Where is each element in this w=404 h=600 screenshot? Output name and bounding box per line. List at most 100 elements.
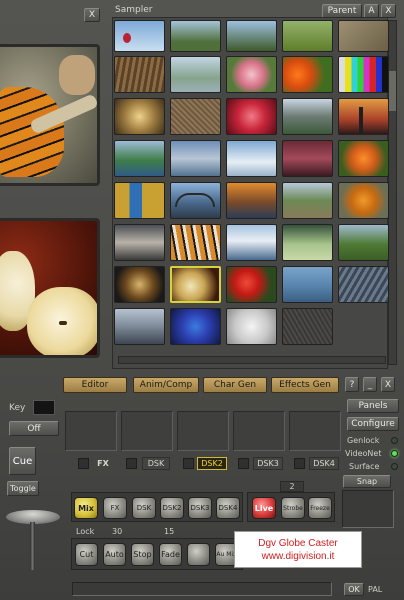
auto-button[interactable]: Auto [103,543,126,566]
dsk4-label: DSK4 [309,457,339,470]
vertical-scrollbar[interactable] [388,20,397,365]
thumbnail[interactable] [338,140,389,177]
mix-button[interactable]: Mix [74,497,98,519]
thumbnail[interactable] [170,56,221,93]
dsk3-button[interactable]: DSK3 [188,497,212,519]
thumbnail[interactable] [170,224,221,261]
fx-label: FX [97,459,109,468]
stop-button[interactable]: Stop [131,543,154,566]
watermark-overlay: Dgv Globe Caster www.digivision.it [234,531,362,568]
t-bar-stem [30,522,35,570]
preview-slot[interactable] [121,411,173,451]
side-panel-slot [342,490,394,528]
ok-button[interactable]: OK [344,583,364,596]
thumbnail[interactable] [170,20,221,52]
thumbnail[interactable] [114,224,165,261]
fx-button[interactable]: FX [103,497,127,519]
key-off-button[interactable]: Off [9,421,59,436]
dsk4-button[interactable]: DSK4 [216,497,240,519]
thumbnail[interactable] [226,20,277,52]
freeze-button[interactable]: Freeze [308,497,332,519]
thumbnail[interactable] [226,56,277,93]
thumbnail[interactable] [282,224,333,261]
minimize-button[interactable]: _ [363,377,377,392]
preview-slot[interactable] [177,411,229,451]
snap-button[interactable]: Snap [343,475,391,488]
transition-duration-1: 30 [112,527,123,536]
thumbnail[interactable] [282,56,333,93]
cut-button[interactable]: Cut [75,543,98,566]
thumbnail[interactable] [338,224,389,261]
parent-button[interactable]: Parent [322,4,362,18]
thumbnail[interactable] [338,182,389,219]
help-button[interactable]: ? [345,377,359,392]
dsk3-checkbox[interactable] [238,458,249,469]
fx-checkbox[interactable] [78,458,89,469]
tab-char-gen[interactable]: Char Gen [203,377,267,393]
vertical-scroll-thumb[interactable] [389,71,396,111]
dsk3-label: DSK3 [253,457,283,470]
thumbnail[interactable] [170,98,221,135]
dsk4-checkbox[interactable] [294,458,305,469]
configure-button[interactable]: Configure [347,417,399,431]
key-label: Key [9,403,26,413]
thumbnail[interactable] [282,20,333,52]
blank-button[interactable] [187,543,210,566]
horizontal-scrollbar[interactable] [118,356,386,364]
thumbnail[interactable] [226,266,277,303]
close-button[interactable]: X [381,377,395,392]
thumbnail[interactable] [338,266,389,303]
thumbnail-selected[interactable] [170,266,221,303]
thumbnail[interactable] [114,308,165,345]
thumbnail[interactable] [338,56,389,93]
panels-button[interactable]: Panels [347,399,399,413]
thumbnail[interactable] [170,182,221,219]
thumbnail[interactable] [226,140,277,177]
thumbnail[interactable] [170,140,221,177]
preview-slot[interactable] [233,411,285,451]
dsk2-button[interactable]: DSK2 [160,497,184,519]
fade-button[interactable]: Fade [159,543,182,566]
thumbnail[interactable] [338,98,389,135]
thumbnail[interactable] [226,98,277,135]
dsk-checkbox[interactable] [126,458,137,469]
thumbnail[interactable] [114,266,165,303]
preview-slot[interactable] [65,411,117,451]
thumbnail[interactable] [282,308,333,345]
preview-monitor [0,44,100,186]
thumbnail[interactable] [114,20,165,52]
thumbnail[interactable] [226,224,277,261]
dsk2-label: DSK2 [197,457,227,470]
up-button[interactable]: A [364,4,379,18]
thumbnail[interactable] [114,140,165,177]
preview-slot[interactable] [289,411,341,451]
thumbnail[interactable] [170,308,221,345]
tab-anim-comp[interactable]: Anim/Comp [133,377,199,393]
thumbnail[interactable] [114,98,165,135]
thumbnail[interactable] [226,308,277,345]
thumbnail[interactable] [282,266,333,303]
left-close-button[interactable]: X [84,8,100,22]
live-button[interactable]: Live [252,497,276,519]
transition-duration-2: 15 [164,527,175,536]
program-monitor [0,218,100,358]
thumbnail[interactable] [226,182,277,219]
dsk-button[interactable]: DSK [132,497,156,519]
lock-label: Lock [76,527,95,536]
thumbnail[interactable] [282,140,333,177]
sampler-close-button[interactable]: X [381,4,396,18]
dsk2-checkbox[interactable] [183,458,194,469]
thumbnail[interactable] [114,56,165,93]
thumbnail[interactable] [282,182,333,219]
dsk-label: DSK [142,457,170,470]
thumbnail[interactable] [114,182,165,219]
strobe-button[interactable]: Strobe [281,497,305,519]
tab-effects-gen[interactable]: Effects Gen [271,377,339,393]
videonet-label: VideoNet [345,449,382,458]
cue-button[interactable]: Cue [9,447,36,475]
tab-editor[interactable]: Editor [63,377,127,393]
sampler-title: Sampler [115,5,153,15]
thumbnail[interactable] [338,20,389,52]
toggle-button[interactable]: Toggle [7,481,39,496]
thumbnail[interactable] [282,98,333,135]
